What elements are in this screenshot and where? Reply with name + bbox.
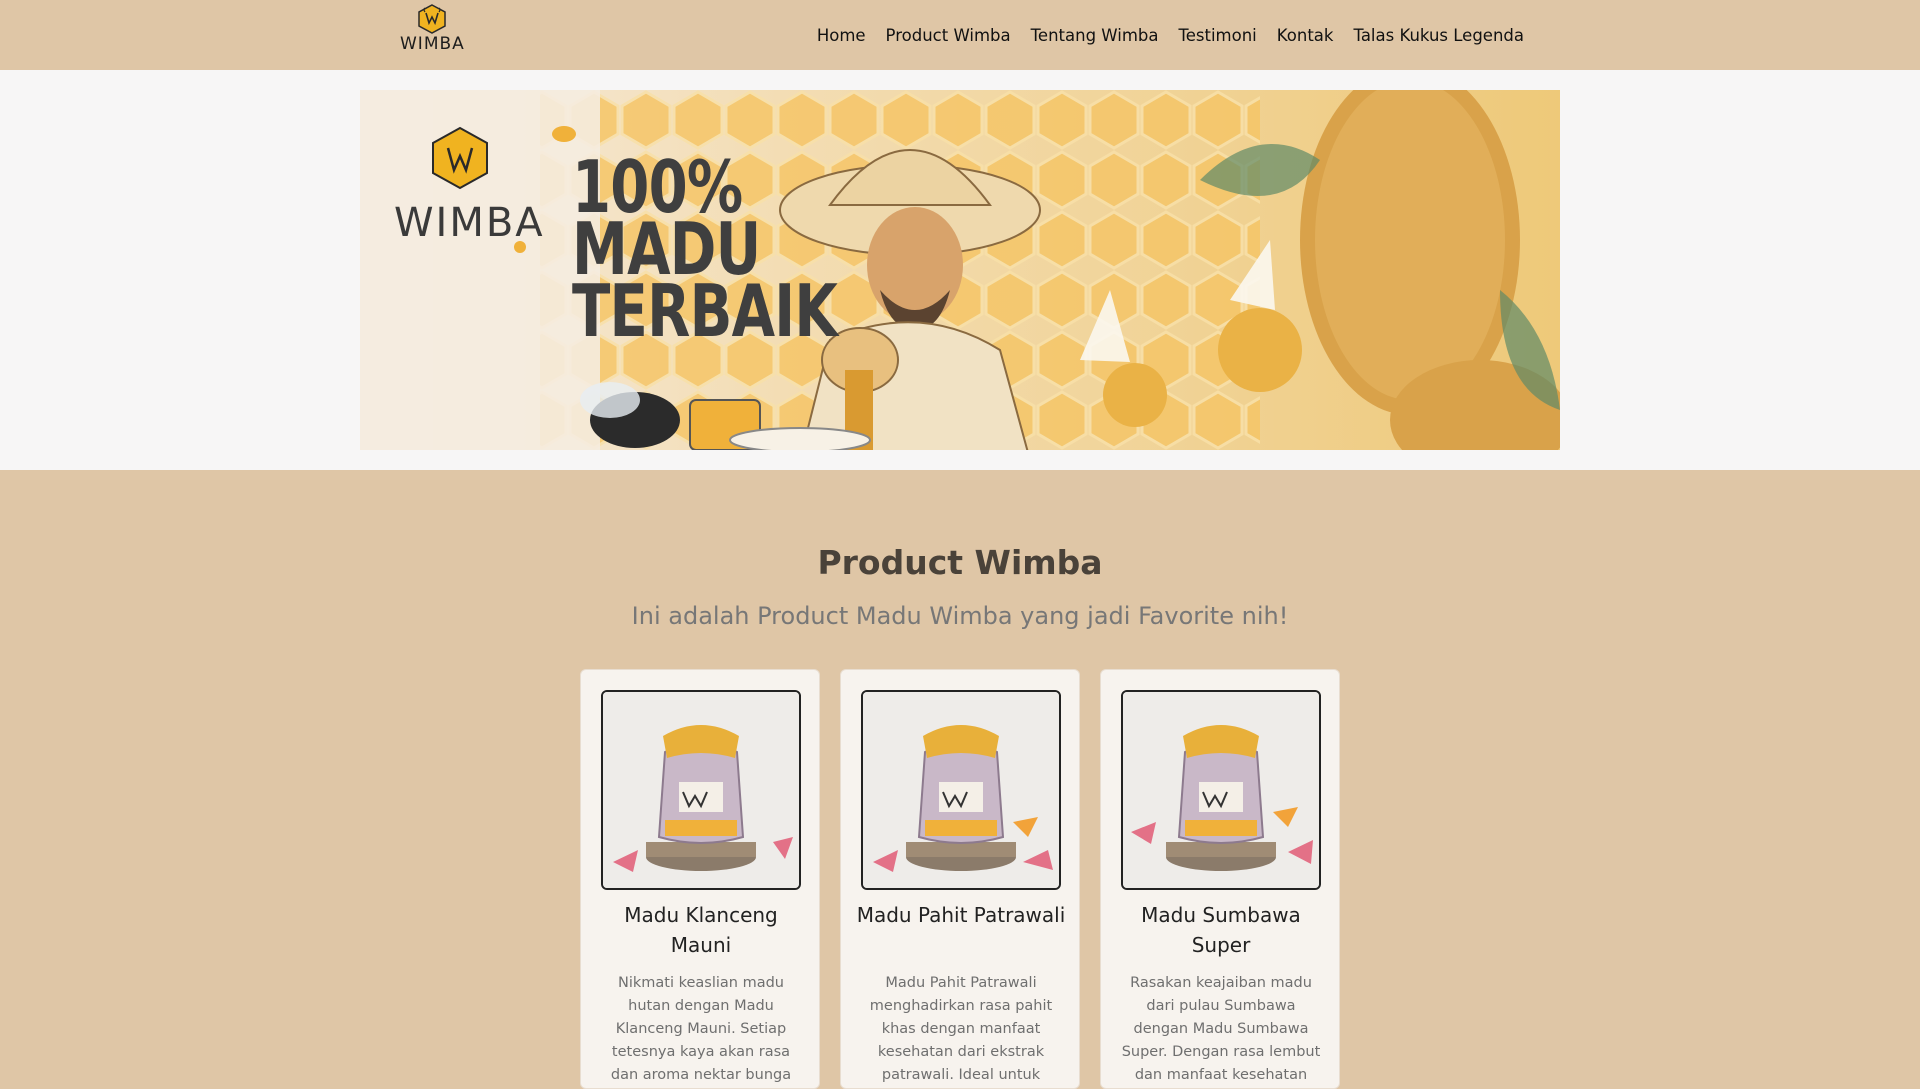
product-name: Madu Pahit Patrawali <box>856 903 1066 927</box>
hero-banner-image: WIMBA 100% MADU TERBAIK <box>360 90 1560 450</box>
product-description: Nikmati keaslian madu hutan dengan Madu … <box>610 975 792 1083</box>
product-description: Madu Pahit Patrawali menghadirkan rasa p… <box>869 975 1053 1083</box>
honey-jar-image <box>1123 692 1319 888</box>
product-image[interactable] <box>601 690 801 890</box>
nav-link-testimoni[interactable]: Testimoni <box>1178 26 1256 45</box>
navbar: WIMBA Home Product Wimba Tentang Wimba T… <box>0 0 1920 70</box>
banner-brand-name: WIMBA <box>394 200 545 246</box>
product-card[interactable]: Madu Klanceng Mauni Nikmati keaslian mad… <box>580 669 820 1089</box>
banner-headline: 100% MADU TERBAIK <box>572 151 838 353</box>
product-description: Rasakan keajaiban madu dari pulau Sumbaw… <box>1121 975 1321 1083</box>
navbar-container: WIMBA Home Product Wimba Tentang Wimba T… <box>384 0 1544 70</box>
wimba-logo-icon <box>418 4 446 34</box>
product-card[interactable]: Madu Pahit Patrawali Madu Pahit Patrawal… <box>840 669 1080 1089</box>
nav-menu: Home Product Wimba Tentang Wimba Testimo… <box>797 0 1524 70</box>
product-image[interactable] <box>861 690 1061 890</box>
nav-link-talas[interactable]: Talas Kukus Legenda <box>1353 26 1524 45</box>
honey-jar-image <box>603 692 799 888</box>
product-card[interactable]: Madu Sumbawa Super Rasakan keajaiban mad… <box>1100 669 1340 1089</box>
brand-logo-link[interactable]: WIMBA <box>400 4 464 62</box>
product-name: Madu Sumbawa Super <box>1141 903 1301 957</box>
brand-name: WIMBA <box>400 34 465 54</box>
hero-section: WIMBA 100% MADU TERBAIK <box>0 70 1920 470</box>
product-image[interactable] <box>1121 690 1321 890</box>
nav-link-contact[interactable]: Kontak <box>1277 26 1334 45</box>
product-name: Madu Klanceng Mauni <box>624 903 778 957</box>
product-cards: Madu Klanceng Mauni Nikmati keaslian mad… <box>580 669 1340 1089</box>
nav-link-product[interactable]: Product Wimba <box>886 26 1011 45</box>
banner-headline-line-3: TERBAIK <box>572 269 838 353</box>
products-subtitle: Ini adalah Product Madu Wimba yang jadi … <box>631 602 1289 630</box>
honey-jar-image <box>863 692 1059 888</box>
nav-link-about[interactable]: Tentang Wimba <box>1031 26 1159 45</box>
nav-link-home[interactable]: Home <box>817 26 866 45</box>
banner-illustration <box>360 90 1560 450</box>
products-title: Product Wimba <box>817 543 1103 582</box>
